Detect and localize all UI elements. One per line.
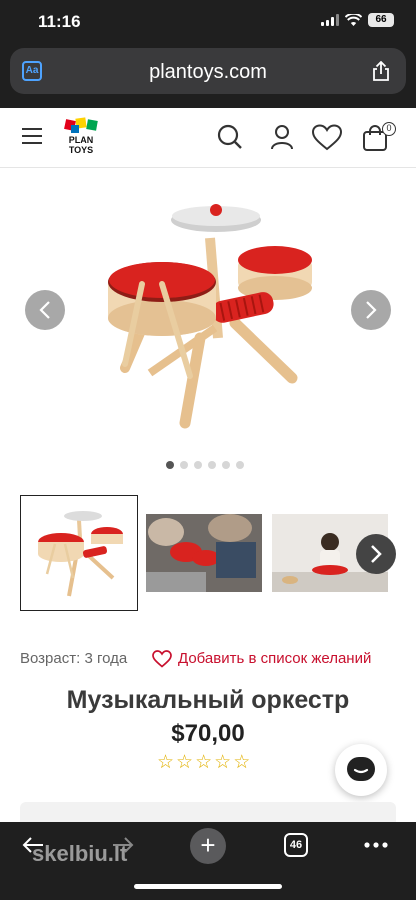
- gallery-dot[interactable]: [180, 461, 188, 469]
- chevron-left-icon: [39, 301, 50, 319]
- status-time: 11:16: [38, 12, 81, 31]
- status-bar: 11:16 66: [0, 0, 416, 42]
- star-icon: ☆: [195, 752, 213, 773]
- gallery-dot[interactable]: [166, 461, 174, 469]
- product-meta-row: Возраст: 3 года Добавить в список желани…: [20, 650, 416, 672]
- thumbnail-2-image: [146, 514, 262, 592]
- gallery-next-button[interactable]: [351, 290, 391, 330]
- browser-toolbar: Aa plantoys.com: [0, 42, 416, 108]
- tabs-count-button[interactable]: 46: [284, 833, 308, 857]
- rating-stars[interactable]: ☆ ☆ ☆ ☆ ☆: [157, 751, 250, 774]
- gallery-dot[interactable]: [236, 461, 244, 469]
- thumbnail-1-image: [38, 511, 123, 597]
- account-icon[interactable]: [270, 124, 294, 150]
- battery-icon: 66: [368, 13, 394, 27]
- chat-widget-button[interactable]: [335, 744, 387, 796]
- thumbnail-strip: [0, 495, 416, 613]
- menu-icon[interactable]: [22, 128, 42, 149]
- url-text[interactable]: plantoys.com: [10, 61, 406, 84]
- chevron-right-icon: [371, 545, 382, 563]
- star-icon: ☆: [233, 752, 251, 773]
- share-icon[interactable]: [372, 61, 390, 81]
- star-icon: ☆: [214, 752, 232, 773]
- wifi-icon: [345, 14, 362, 26]
- browser-bottom-bar: skelbiu.lt + 46: [0, 822, 416, 900]
- plantoys-logo[interactable]: PLAN TOYS: [62, 117, 100, 158]
- cart-count-badge: 0: [382, 122, 396, 136]
- thumbnail-next-button[interactable]: [356, 534, 396, 574]
- logo-text-toys: TOYS: [68, 145, 94, 155]
- signal-icon: [321, 14, 339, 26]
- age-label: Возраст: 3 года: [20, 650, 128, 667]
- cart-button[interactable]: 0: [362, 122, 396, 157]
- gallery-dot[interactable]: [208, 461, 216, 469]
- thumbnail-2[interactable]: [146, 514, 262, 592]
- home-indicator: [134, 884, 282, 889]
- gallery-dot[interactable]: [222, 461, 230, 469]
- product-title: Музыкальный оркестр: [66, 686, 350, 714]
- chevron-right-icon: [366, 301, 377, 319]
- gallery-prev-button[interactable]: [25, 290, 65, 330]
- gallery-dots: [166, 461, 244, 469]
- gallery-dot[interactable]: [194, 461, 202, 469]
- chat-bubble-icon: [347, 757, 375, 781]
- site-header: PLAN TOYS 0: [0, 108, 416, 168]
- forward-arrow-icon[interactable]: [112, 836, 134, 854]
- address-bar[interactable]: Aa plantoys.com: [10, 48, 406, 94]
- product-price: $70,00: [171, 720, 245, 747]
- status-icons: 66: [321, 13, 394, 27]
- star-icon: ☆: [157, 752, 175, 773]
- logo-text-plan: PLAN: [68, 135, 94, 145]
- search-icon[interactable]: [217, 124, 243, 150]
- wishlist-heart-icon[interactable]: [312, 124, 342, 151]
- add-to-wishlist-link[interactable]: Добавить в список желаний: [152, 650, 372, 668]
- star-icon: ☆: [176, 752, 194, 773]
- new-tab-button[interactable]: +: [190, 828, 226, 864]
- thumbnail-1[interactable]: [20, 495, 138, 611]
- wishlist-label: Добавить в список желаний: [178, 650, 372, 667]
- more-options-icon[interactable]: [364, 842, 388, 848]
- heart-icon: [152, 650, 172, 668]
